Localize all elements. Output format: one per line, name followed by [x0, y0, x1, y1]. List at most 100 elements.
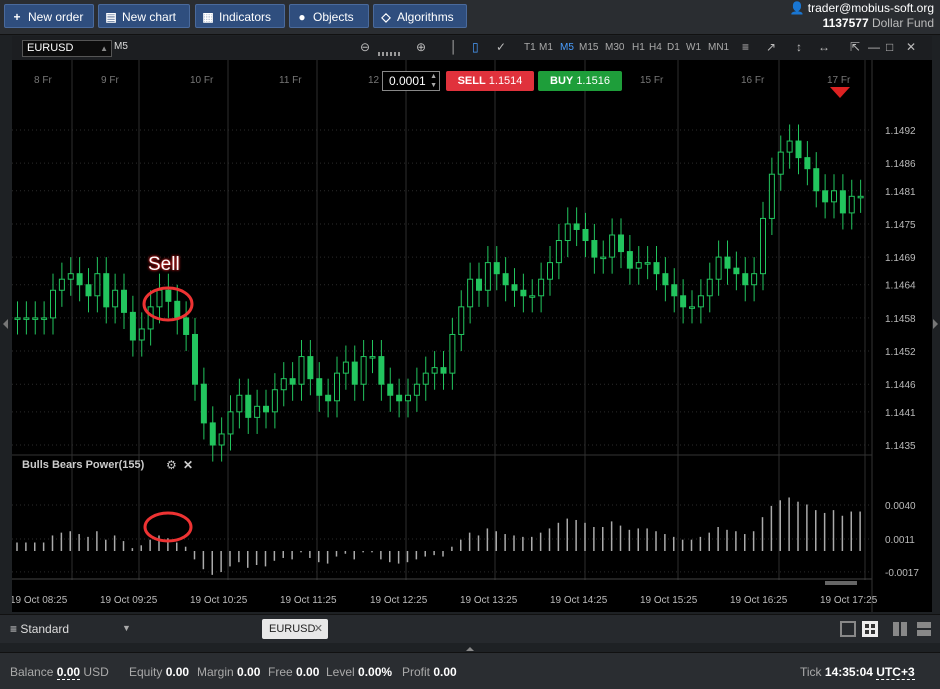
horizontal-scale-icon[interactable]: ↔ — [818, 40, 830, 54]
price-tick: 1.1464 — [885, 281, 916, 292]
indicator-close-icon[interactable]: ✕ — [183, 458, 193, 472]
candle — [742, 273, 749, 286]
horizontal-scrollbar[interactable] — [825, 581, 857, 585]
price-tick: 1.1441 — [885, 408, 916, 419]
price-chart[interactable]: 1.1492 1.1486 1.1481 1.1475 1.1469 1.1464 1.14… — [12, 60, 932, 612]
price-tick: 1.1486 — [885, 159, 916, 170]
price-tick: 1.1446 — [885, 380, 916, 391]
left-panel-collapse[interactable] — [0, 36, 12, 612]
timeframe-h1[interactable]: H1 — [632, 42, 645, 53]
time-tick: 19 Oct 17:25 — [820, 595, 878, 606]
timeframe-m15[interactable]: M15 — [579, 42, 598, 53]
candle — [227, 411, 234, 435]
sell-button[interactable]: SELL 1.1514 — [446, 71, 534, 91]
algorithms-button[interactable]: ◇ Algorithms — [373, 4, 467, 28]
plus-icon: + — [13, 10, 21, 24]
timezone-select[interactable]: UTC+3 — [876, 665, 915, 680]
oscillator-tick: -0.0017 — [885, 568, 919, 579]
free-status: Free 0.00 — [268, 665, 320, 679]
timeframe-m30[interactable]: M30 — [605, 42, 624, 53]
indicator-settings-icon[interactable]: ⚙ — [166, 458, 177, 472]
line-chart-icon[interactable]: ✓ — [496, 40, 506, 54]
candle — [325, 394, 332, 402]
sell-annotation: Sell — [148, 254, 180, 275]
candle — [58, 278, 65, 291]
price-tick: 1.1492 — [885, 126, 916, 137]
candle — [697, 295, 704, 308]
workspace-bar: ≡ Standard ▼ EURUSD ✕ — [0, 614, 940, 643]
price-tick: 1.1458 — [885, 314, 916, 325]
indicators-button[interactable]: ▦ Indicators — [195, 4, 285, 28]
close-icon[interactable]: ✕ — [906, 40, 916, 54]
balance-value[interactable]: 0.00 — [56, 665, 81, 680]
timeframe-w1[interactable]: W1 — [686, 42, 701, 53]
candlestick-icon[interactable]: ▯ — [472, 40, 479, 54]
time-tick: 19 Oct 16:25 — [730, 595, 788, 606]
objects-button[interactable]: ● Objects — [289, 4, 369, 28]
layout-columns-icon[interactable] — [892, 621, 908, 637]
timeframe-h4[interactable]: H4 — [649, 42, 662, 53]
candle — [768, 173, 775, 219]
timeframe-t1[interactable]: T1 — [524, 42, 536, 53]
candle — [263, 405, 269, 413]
candle — [209, 422, 216, 446]
oscillator-tick: 0.0040 — [885, 501, 916, 512]
candle — [520, 289, 527, 297]
candle — [458, 306, 465, 335]
zoom-in-icon[interactable]: ⊕ — [416, 40, 426, 54]
candle — [609, 234, 616, 258]
candle — [689, 306, 695, 309]
zoom-slider[interactable] — [378, 45, 412, 56]
candle — [218, 433, 225, 446]
zoom-out-icon[interactable]: ⊖ — [360, 40, 370, 54]
candle — [600, 256, 607, 260]
vertical-scale-icon[interactable]: ↕ — [796, 40, 802, 54]
chart-settings-icon[interactable]: ≡ — [742, 40, 749, 54]
list-icon: ≡ — [10, 622, 18, 636]
candle — [192, 333, 198, 385]
lot-size-input[interactable]: 0.0001 ▲ ▼ — [382, 71, 440, 91]
user-icon: 👤 — [789, 1, 805, 15]
panel-splitter[interactable] — [0, 643, 940, 652]
layout-select[interactable]: ≡ Standard — [10, 622, 69, 636]
day-label: 10 Fr — [190, 75, 214, 86]
symbol-select[interactable]: EURUSD▲▼ — [22, 40, 112, 68]
candle — [476, 278, 482, 291]
spinner-icon: ▲▼ — [430, 73, 437, 89]
candle — [786, 140, 793, 153]
right-panel-collapse[interactable] — [932, 36, 940, 612]
layout-single-icon[interactable] — [840, 621, 856, 637]
account-info[interactable]: 👤 trader@mobius-soft.org 1137577 Dollar … — [789, 1, 934, 31]
candle — [751, 273, 758, 286]
tab-eurusd[interactable]: EURUSD ✕ — [262, 619, 328, 639]
candle — [165, 289, 172, 302]
candle — [351, 361, 358, 385]
detach-icon[interactable]: ⇱ — [850, 40, 860, 54]
maximize-icon[interactable]: □ — [886, 40, 893, 54]
new-chart-button[interactable]: ▤ New chart — [98, 4, 190, 28]
candle — [813, 168, 820, 192]
chart-window: EURUSD▲▼ M5 ⊖ ⊕ │ ▯ ✓ T1M1 M5 M15 M30 H1 H4 D1… — [12, 36, 932, 612]
indicator-label: Bulls Bears Power(155) — [22, 459, 145, 471]
timeframe-mn1[interactable]: MN1 — [708, 42, 729, 53]
timeframe-m1[interactable]: M1 — [539, 42, 553, 53]
candle — [618, 234, 624, 253]
price-tick: 1.1435 — [885, 441, 916, 452]
layout-rows-icon[interactable] — [916, 621, 932, 637]
candle — [848, 195, 855, 214]
candle — [32, 317, 39, 320]
candle — [431, 367, 438, 374]
tab-close-icon[interactable]: ✕ — [314, 619, 323, 639]
buy-button[interactable]: BUY 1.1516 — [538, 71, 622, 91]
candle — [484, 262, 491, 291]
layout-grid-icon[interactable] — [862, 621, 878, 637]
chevron-down-icon[interactable]: ▼ — [122, 623, 131, 633]
autoscroll-icon[interactable]: ↗ — [766, 40, 776, 54]
minimize-icon[interactable]: — — [868, 40, 880, 54]
new-order-button[interactable]: + New order — [4, 4, 94, 28]
candle — [94, 273, 101, 297]
timeframe-m5[interactable]: M5 — [560, 42, 574, 53]
timeframe-d1[interactable]: D1 — [667, 42, 680, 53]
bar-chart-icon[interactable]: │ — [450, 40, 458, 54]
candle — [378, 356, 385, 385]
